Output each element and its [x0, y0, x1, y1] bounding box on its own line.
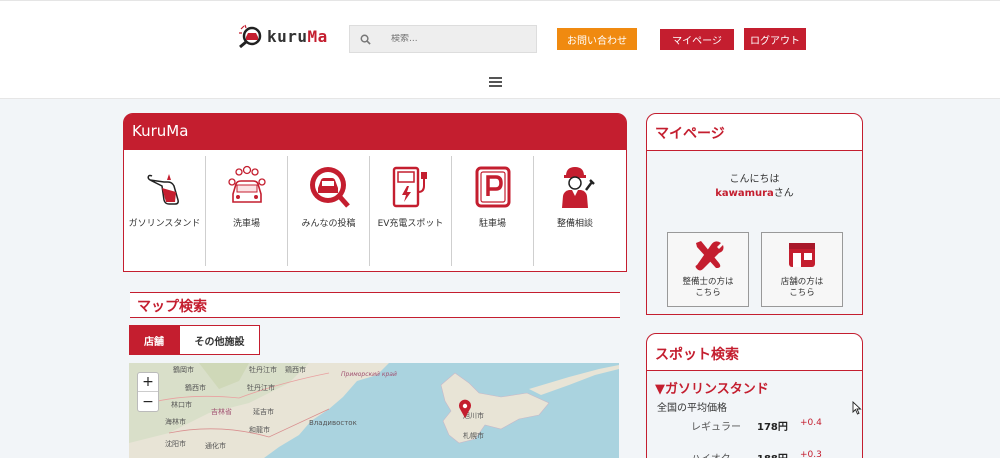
shop-icon: [789, 243, 815, 267]
kuruma-panel: KuruMa ガソリンスタンド 洗車場 みんなの投稿 EV充電スポット 駐車場 …: [123, 113, 627, 272]
category-label: EV充電スポット: [377, 219, 444, 229]
category-label: みんなの投稿: [301, 219, 356, 229]
gas-station-toggle[interactable]: ▼ガソリンスタンド: [655, 378, 862, 397]
category-ev-charging[interactable]: EV充電スポット: [370, 156, 452, 266]
car-search-icon: [309, 167, 350, 208]
mouse-cursor-icon: [852, 401, 862, 415]
map-search-title: マップ検索: [130, 292, 620, 318]
greeting: こんにちは kawamuraさん: [715, 174, 794, 199]
map-view[interactable]: 鶴岡市 鶴西市 林口市 海林市 沈阳市 牡丹江市 牡丹江市 吉林省 延吉市 和龍…: [129, 363, 619, 458]
mypage-panel-title: マイページ: [647, 114, 862, 151]
category-parking[interactable]: 駐車場: [452, 156, 534, 266]
category-label: 整備相談: [556, 219, 593, 229]
ev-charger-icon: [392, 166, 427, 208]
category-posts[interactable]: みんなの投稿: [288, 156, 370, 266]
site-header: kuruMa お問い合わせ マイページ ログアウト: [0, 0, 1000, 99]
category-label: 洗車場: [232, 219, 260, 229]
mechanic-card-label: 整備士の方は こちら: [682, 277, 734, 298]
search-box[interactable]: [349, 25, 537, 53]
category-label: ガソリンスタンド: [128, 219, 201, 229]
zoom-in-button[interactable]: +: [138, 373, 158, 392]
category-gas-station[interactable]: ガソリンスタンド: [124, 156, 206, 266]
mechanic-icon: [562, 167, 595, 208]
username: kawamura: [715, 188, 774, 199]
kuruma-panel-title: KuruMa: [124, 114, 626, 150]
logo-text: kuruMa: [267, 26, 328, 46]
mypage-panel: マイページ こんにちは kawamuraさん 整備士の方は こちら 店舗の方は …: [646, 113, 863, 315]
hamburger-menu-icon[interactable]: [489, 77, 502, 87]
logout-button[interactable]: ログアウト: [744, 28, 806, 50]
shop-card-label: 店舗の方は こちら: [780, 277, 824, 298]
car-wash-icon: [227, 165, 266, 203]
map-pin-icon[interactable]: [458, 399, 472, 419]
tab-other-facilities[interactable]: その他施設: [179, 325, 260, 355]
shop-card[interactable]: 店舗の方は こちら: [761, 232, 843, 307]
spot-search-panel: スポット検索 ▼ガソリンスタンド 全国の平均価格 レギュラー 178円 +0.4…: [646, 333, 863, 458]
search-icon: [360, 34, 371, 45]
site-logo[interactable]: kuruMa: [237, 23, 328, 49]
tab-shop[interactable]: 店舗: [129, 325, 179, 355]
category-car-wash[interactable]: 洗車場: [206, 156, 288, 266]
mypage-button[interactable]: マイページ: [660, 29, 734, 50]
average-price-label: 全国の平均価格: [657, 403, 727, 414]
magnifier-car-logo-icon: [239, 24, 262, 49]
mechanic-card[interactable]: 整備士の方は こちら: [667, 232, 749, 307]
gas-pump-icon: [147, 174, 179, 205]
tools-icon: [695, 241, 724, 271]
zoom-out-button[interactable]: −: [138, 392, 158, 411]
map-zoom-control: + −: [137, 372, 159, 412]
spot-search-title: スポット検索: [647, 334, 862, 371]
parking-icon: [475, 166, 510, 208]
category-label: 駐車場: [478, 219, 506, 229]
contact-button[interactable]: お問い合わせ: [557, 28, 637, 50]
category-list: ガソリンスタンド 洗車場 みんなの投稿 EV充電スポット 駐車場 整備相談: [124, 156, 626, 266]
search-input[interactable]: [391, 34, 521, 44]
category-maintenance[interactable]: 整備相談: [534, 156, 616, 266]
